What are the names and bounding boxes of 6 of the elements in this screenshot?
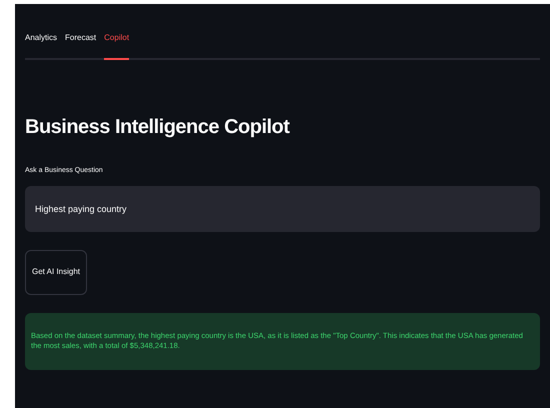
get-insight-button[interactable]: Get AI Insight (25, 250, 88, 294)
page-title: Business Intelligence Copilot (25, 115, 291, 140)
tab[interactable]: Forecast (65, 22, 96, 60)
tab[interactable]: Copilot (104, 22, 130, 60)
question-field[interactable]: Highest paying country (25, 186, 540, 232)
tab[interactable]: Analytics (25, 22, 58, 60)
